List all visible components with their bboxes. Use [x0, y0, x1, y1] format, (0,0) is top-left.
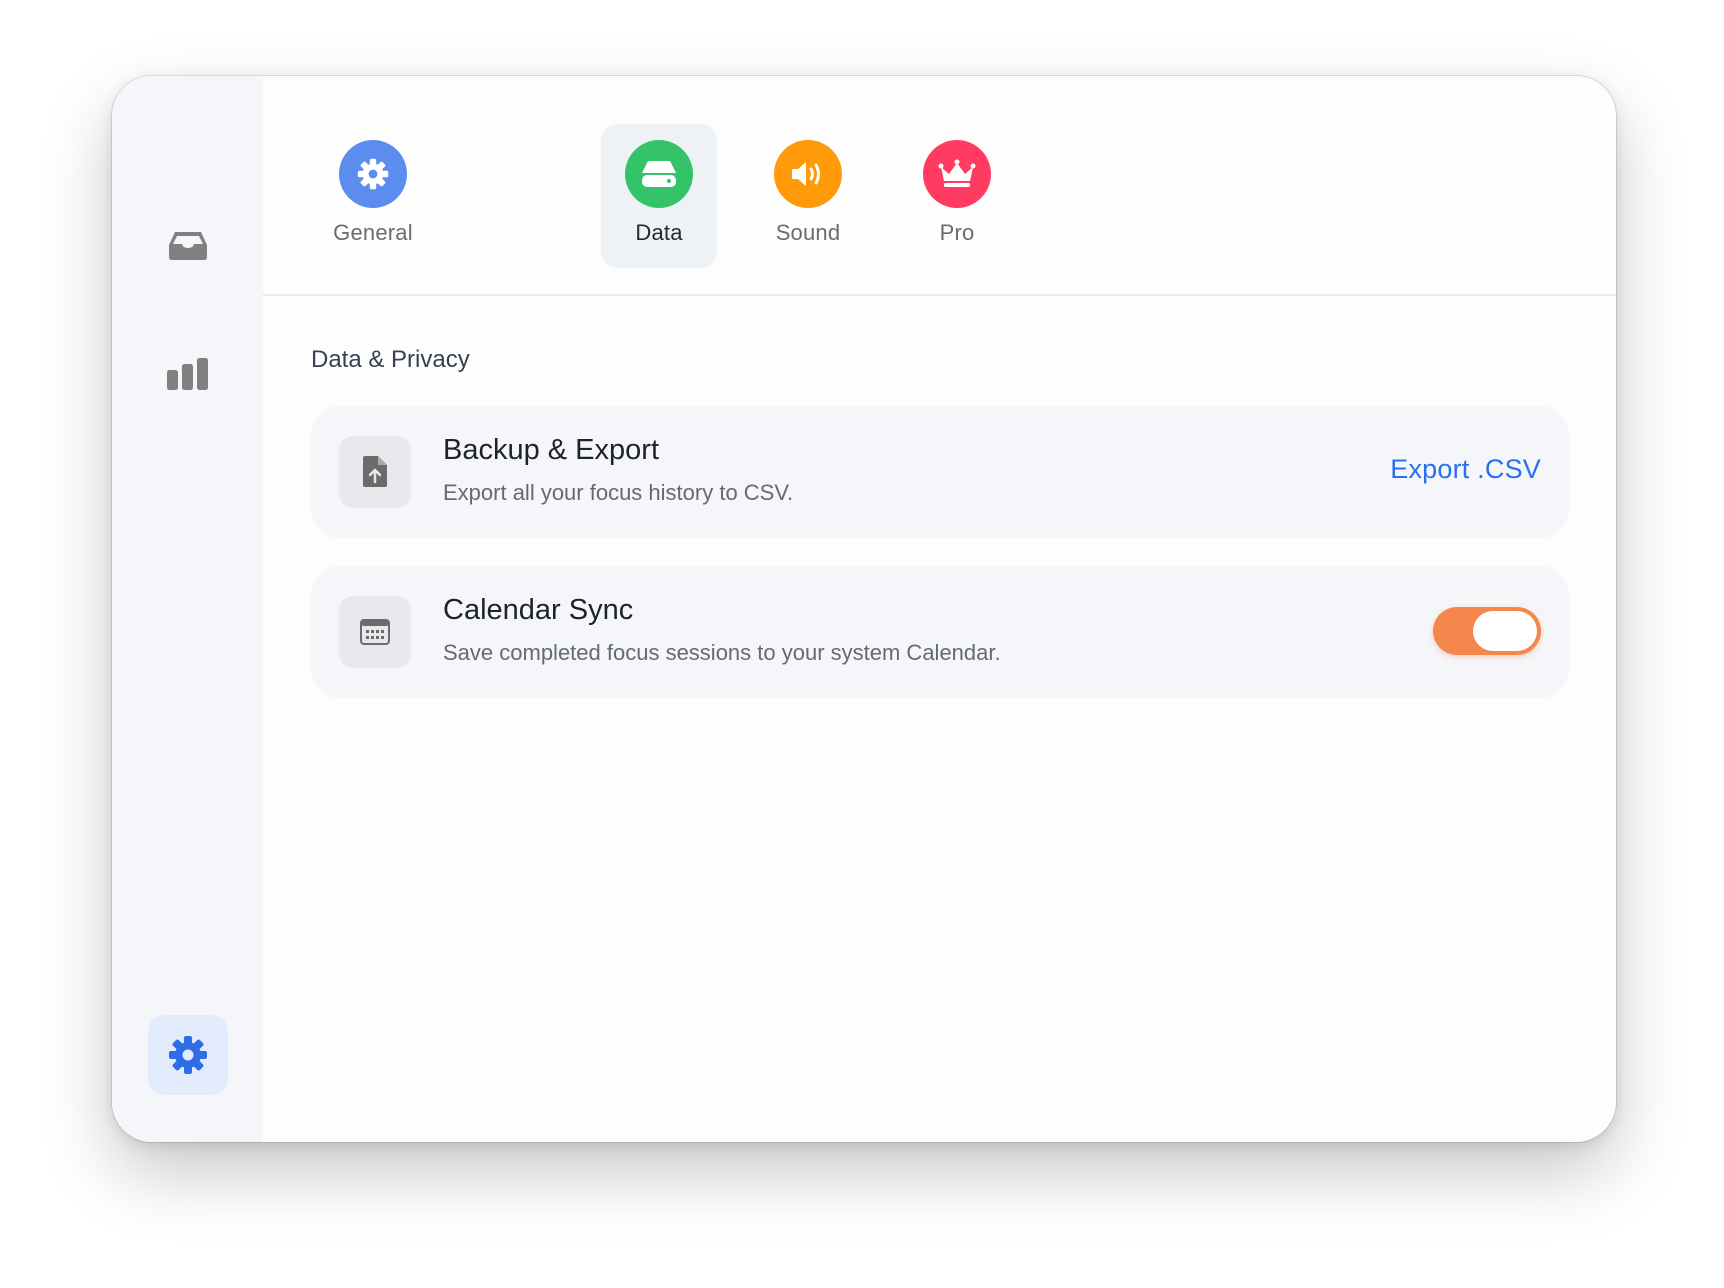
drive-icon	[642, 161, 676, 187]
gear-icon	[357, 158, 389, 190]
sound-tab-badge	[774, 140, 842, 208]
sidebar-item-inbox[interactable]	[148, 206, 228, 286]
tab-general[interactable]: General	[315, 124, 431, 268]
tab-data[interactable]: Data	[601, 124, 717, 268]
gear-icon	[169, 1036, 207, 1074]
calendar-card-icon-tile	[339, 596, 411, 668]
sidebar-item-settings[interactable]	[148, 1015, 228, 1095]
preferences-window: General Data Sound Pro Data & Privacy Ba…	[112, 76, 1616, 1142]
calendar-card-title: Calendar Sync	[443, 594, 634, 626]
calendar-icon	[360, 619, 390, 645]
calendar-sync-toggle[interactable]	[1433, 607, 1541, 655]
section-title: Data & Privacy	[311, 346, 470, 373]
preferences-tab-bar: General Data Sound Pro	[263, 76, 1616, 296]
toggle-knob	[1473, 611, 1537, 651]
backup-card-subtitle: Export all your focus history to CSV.	[443, 480, 794, 505]
crown-icon	[938, 159, 976, 187]
data-tab-badge	[625, 140, 693, 208]
tab-pro[interactable]: Pro	[899, 124, 1015, 268]
tab-pro-label: Pro	[939, 220, 975, 245]
general-tab-badge	[339, 140, 407, 208]
backup-export-card: Backup & Export Export all your focus hi…	[311, 406, 1569, 538]
backup-card-icon-tile	[339, 436, 411, 508]
calendar-sync-card: Calendar Sync Save completed focus sessi…	[311, 566, 1569, 698]
export-csv-button[interactable]: Export .CSV	[1390, 454, 1541, 485]
calendar-card-subtitle: Save completed focus sessions to your sy…	[443, 640, 1001, 665]
tab-sound-label: Sound	[775, 220, 841, 245]
file-upload-icon	[363, 456, 387, 487]
inbox-tray-icon	[169, 232, 207, 260]
sidebar	[112, 76, 263, 1142]
tab-data-label: Data	[635, 220, 683, 245]
tab-general-label: General	[333, 220, 413, 245]
bar-chart-icon	[167, 358, 208, 390]
sidebar-item-stats[interactable]	[148, 334, 228, 414]
tab-sound[interactable]: Sound	[750, 124, 866, 268]
speaker-icon	[792, 162, 820, 186]
pro-tab-badge	[923, 140, 991, 208]
backup-card-title: Backup & Export	[443, 434, 659, 466]
